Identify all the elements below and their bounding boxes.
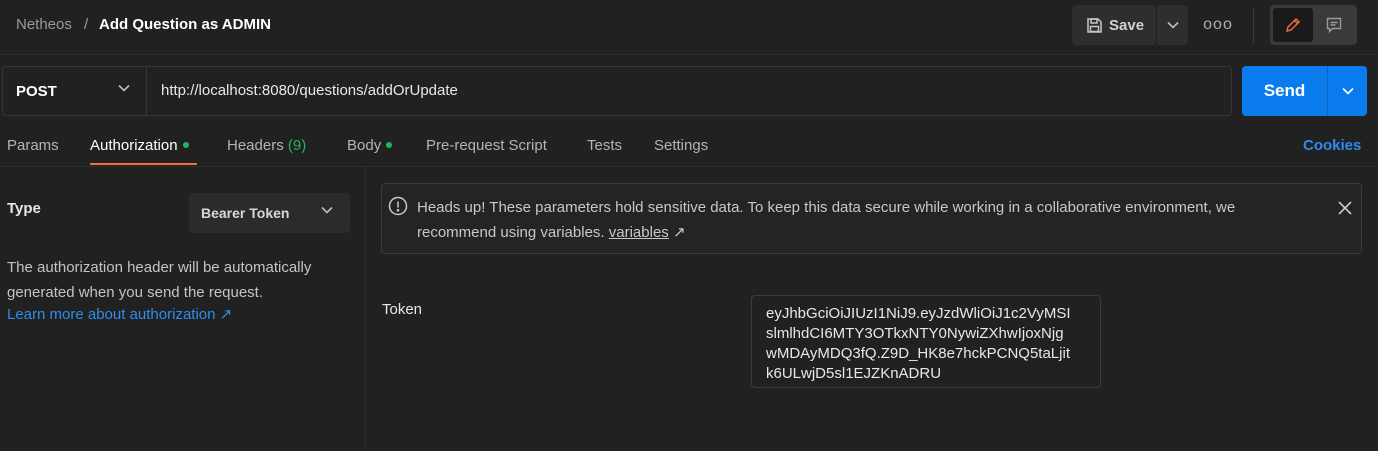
- chevron-down-icon: [118, 84, 130, 92]
- alert-text: Heads up! These parameters hold sensitiv…: [417, 199, 1236, 241]
- tab-label: Params: [7, 137, 59, 154]
- tab-label: Headers: [227, 137, 284, 154]
- header-divider-line: [0, 54, 1378, 55]
- token-line: k6ULwjD5sl1EJZKnADRU: [766, 365, 942, 382]
- tab-headers[interactable]: Headers (9): [227, 137, 306, 154]
- method-value: POST: [16, 82, 57, 100]
- tab-label: Body: [347, 137, 382, 154]
- token-line: wMDAyMDQ3fQ.Z9D_HK8e7hckPCNQ5taLjit: [766, 345, 1070, 362]
- tabs-divider-line: [0, 166, 1378, 167]
- close-icon: [1337, 200, 1353, 216]
- tab-pre-request-script[interactable]: Pre-request Script: [426, 137, 547, 154]
- token-line: eyJhbGciOiJIUzI1NiJ9.eyJzdWliOiJ1c2VyMSI: [766, 305, 1071, 322]
- save-label: Save: [1109, 16, 1145, 34]
- tab-settings[interactable]: Settings: [654, 137, 708, 154]
- breadcrumb-separator: /: [84, 16, 89, 33]
- headers-count: (9): [287, 137, 307, 154]
- tab-body[interactable]: Body: [347, 137, 393, 154]
- send-button[interactable]: Send: [1242, 66, 1327, 116]
- header-divider: [1253, 8, 1254, 44]
- tab-label: Pre-request Script: [426, 137, 547, 154]
- chevron-down-icon: [1341, 87, 1354, 95]
- token-line: slmlhdCI6MTY3OTkxNTY0NywiZXhwIjoxNjg: [766, 325, 1064, 342]
- auth-type-value: Bearer Token: [201, 205, 290, 221]
- send-label: Send: [1263, 81, 1306, 100]
- tab-authorization[interactable]: Authorization: [90, 137, 189, 154]
- chevron-down-icon: [321, 206, 333, 214]
- pencil-icon: [1284, 16, 1302, 34]
- status-dot: [386, 142, 393, 149]
- cookies-link[interactable]: Cookies: [1303, 137, 1361, 154]
- tab-label: Settings: [654, 137, 709, 154]
- panel-divider: [365, 167, 366, 451]
- more-horizontal-icon: ooo: [1203, 16, 1233, 33]
- status-dot: [182, 142, 189, 149]
- comments-button[interactable]: [1315, 8, 1353, 42]
- tab-tests[interactable]: Tests: [587, 137, 622, 154]
- more-actions-button[interactable]: ooo: [1203, 14, 1233, 36]
- token-input[interactable]: eyJhbGciOiJIUzI1NiJ9.eyJzdWliOiJ1c2VyMSI…: [751, 295, 1101, 388]
- info-icon: [388, 196, 408, 216]
- breadcrumb-workspace[interactable]: Netheos: [16, 16, 72, 33]
- comment-icon: [1325, 16, 1343, 34]
- save-button[interactable]: Save: [1072, 5, 1156, 45]
- auth-description: The authorization header will be automat…: [7, 259, 312, 301]
- save-icon: [1086, 17, 1103, 34]
- tab-params[interactable]: Params: [7, 137, 59, 154]
- learn-more-link[interactable]: Learn more about authorization ↗: [7, 305, 232, 323]
- variables-link[interactable]: variables: [609, 224, 669, 241]
- tab-label: Tests: [587, 137, 623, 154]
- edit-mode-button[interactable]: [1273, 8, 1313, 42]
- chevron-down-icon: [1166, 21, 1179, 29]
- active-tab-indicator: [90, 163, 197, 165]
- alert-message: Heads up! These parameters hold sensitiv…: [417, 195, 1317, 245]
- token-label: Token: [382, 301, 423, 318]
- close-alert-button[interactable]: [1337, 200, 1353, 216]
- url-input[interactable]: http://localhost:8080/questions/addOrUpd…: [161, 82, 458, 99]
- save-dropdown-button[interactable]: [1157, 5, 1188, 45]
- external-link-icon: ↗: [672, 224, 686, 241]
- tab-label: Authorization: [90, 137, 178, 154]
- request-title[interactable]: Add Question as ADMIN: [99, 16, 271, 33]
- send-dropdown-button[interactable]: [1327, 66, 1367, 116]
- auth-type-label: Type: [7, 200, 41, 217]
